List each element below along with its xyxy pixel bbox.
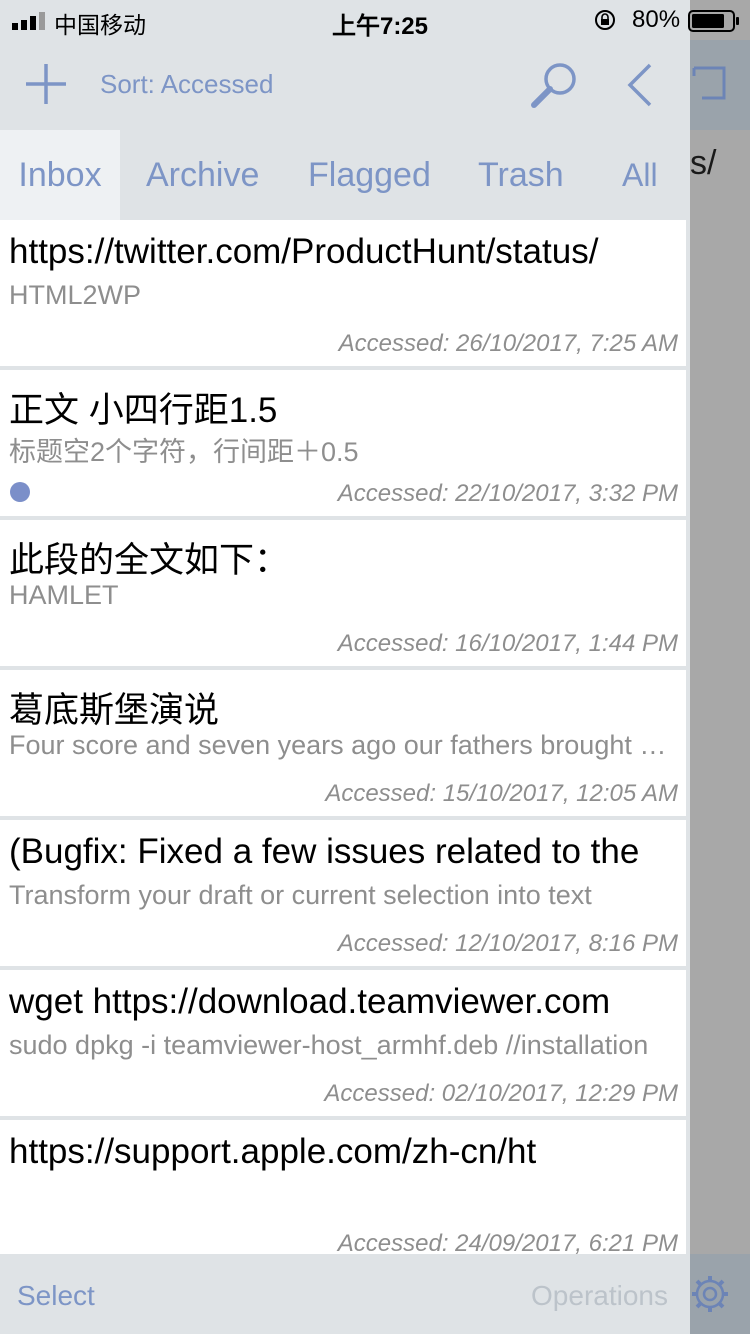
status-bar: 中国移动 上午7:25 80% [0,0,750,40]
item-title: 葛底斯堡演说 [9,691,220,730]
add-icon[interactable] [24,62,68,106]
search-icon[interactable] [528,60,580,112]
compose-icon [692,66,726,100]
item-subtitle: Four score and seven years ago our fathe… [9,730,669,760]
list-item[interactable]: https://support.apple.com/zh-cn/ht Acces… [0,1120,686,1254]
chevron-left-icon[interactable] [624,62,656,108]
item-accessed-date: Accessed: 02/10/2017, 12:29 PM [324,1080,678,1107]
item-accessed-date: Accessed: 12/10/2017, 8:16 PM [337,930,678,957]
item-accessed-date: Accessed: 15/10/2017, 12:05 AM [325,780,678,807]
list-item[interactable]: 葛底斯堡演说 Four score and seven years ago ou… [0,670,686,816]
operations-button[interactable]: Operations [531,1280,668,1312]
battery-icon [688,10,739,32]
item-subtitle: sudo dpkg -i teamviewer-host_armhf.deb /… [9,1030,649,1060]
item-accessed-date: Accessed: 26/10/2017, 7:25 AM [338,330,678,357]
list-item[interactable]: 正文 小四行距1.5 标题空2个字符，行间距＋0.5 Accessed: 22/… [0,370,686,516]
bottom-toolbar: Select Operations [0,1254,690,1334]
notes-panel: Sort: Accessed Inbox Archive Flagged Tra… [0,0,690,1334]
list-item[interactable]: wget https://download.teamviewer.com sud… [0,970,686,1116]
item-accessed-date: Accessed: 22/10/2017, 3:32 PM [337,480,678,507]
list-item[interactable]: https://twitter.com/ProductHunt/status/ … [0,220,686,366]
battery-percentage: 80% [632,6,681,33]
rotation-lock-icon [595,10,615,30]
item-title: wget https://download.teamviewer.com [9,982,611,1021]
item-accessed-date: Accessed: 16/10/2017, 1:44 PM [337,630,678,657]
tab-trash[interactable]: Trash [478,130,564,220]
background-text: s/ [690,144,717,182]
select-button[interactable]: Select [17,1280,95,1312]
gear-icon[interactable] [690,1274,730,1314]
notes-list: https://twitter.com/ProductHunt/status/ … [0,220,686,1254]
tab-archive[interactable]: Archive [146,130,259,220]
item-title: https://twitter.com/ProductHunt/status/ [9,232,599,271]
item-subtitle: 标题空2个字符，行间距＋0.5 [9,437,359,467]
item-subtitle: Transform your draft or current selectio… [9,880,592,910]
item-subtitle: HTML2WP [9,280,142,310]
folder-tabs: Inbox Archive Flagged Trash All [0,130,690,220]
sort-button[interactable]: Sort: Accessed [100,69,273,100]
list-item[interactable]: (Bugfix: Fixed a few issues related to t… [0,820,686,966]
list-item[interactable]: 此段的全文如下： HAMLET Accessed: 16/10/2017, 1:… [0,520,686,666]
background-peek: s/ [690,0,750,1334]
item-accessed-date: Accessed: 24/09/2017, 6:21 PM [337,1230,678,1254]
item-title: https://support.apple.com/zh-cn/ht [9,1132,537,1171]
item-title: 此段的全文如下： [9,541,290,580]
tab-flagged[interactable]: Flagged [308,130,431,220]
unread-dot-icon [10,482,30,502]
item-title: 正文 小四行距1.5 [9,391,278,430]
item-subtitle: HAMLET [9,580,119,610]
item-title: (Bugfix: Fixed a few issues related to t… [9,832,640,871]
tab-all[interactable]: All [622,130,658,220]
tab-inbox[interactable]: Inbox [0,130,120,220]
nav-bar: Sort: Accessed [0,40,690,130]
